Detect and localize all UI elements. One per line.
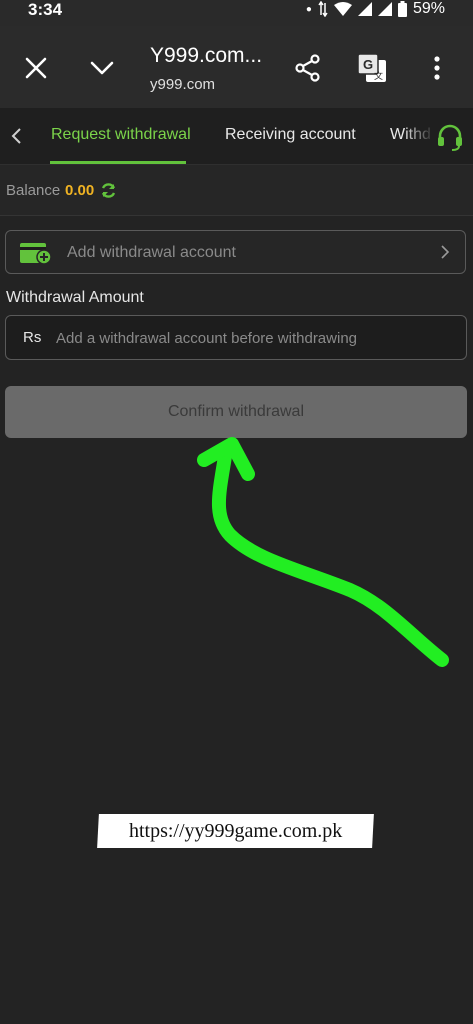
add-withdrawal-account[interactable]: Add withdrawal account [5,230,466,274]
battery-percent: 59% [412,0,445,17]
refresh-icon[interactable] [100,182,117,199]
share-icon[interactable] [290,50,326,86]
data-arrows-icon [318,1,328,17]
wallet-add-icon [20,243,52,265]
green-arrow-annotation [197,437,449,667]
balance-label: Balance [6,182,61,199]
balance-row: Balance 0.00 [0,165,473,216]
tab-request-withdrawal[interactable]: Request withdrawal [51,126,191,144]
site-title: Y999.com... [150,44,263,67]
close-icon[interactable] [20,52,52,84]
status-icons: ● 59% [306,0,445,18]
status-time: 3:34 [28,0,63,19]
withdrawal-amount-field: Rs [5,315,467,360]
add-account-label: Add withdrawal account [67,244,236,261]
more-vertical-icon[interactable] [424,50,450,86]
withdrawal-amount-heading: Withdrawal Amount [6,289,144,306]
battery-icon [397,1,407,17]
signal-icon [357,2,372,16]
browser-toolbar: Y999.com... y999.com G 文 [0,26,473,108]
back-chevron-icon[interactable] [4,122,28,150]
chevron-down-icon[interactable] [86,52,118,84]
headset-support-icon[interactable] [435,122,465,152]
url-caption: https://yy999game.com.pk [97,814,374,848]
wifi-icon [333,2,352,16]
status-bar: 3:34 ● 59% [0,0,473,26]
chevron-right-icon [441,245,450,259]
url-caption-text: https://yy999game.com.pk [128,819,343,842]
notification-dot-icon: ● [305,3,312,15]
balance-value: 0.00 [65,182,95,199]
currency-label: Rs [23,329,42,346]
tab-receiving-account[interactable]: Receiving account [225,126,356,144]
active-tab-indicator [50,161,186,164]
svg-text:文: 文 [374,70,383,81]
tab-bar: Request withdrawal Receiving account Wit… [0,108,473,165]
translate-icon[interactable]: G 文 [354,50,390,86]
withdrawal-amount-input[interactable] [54,322,458,355]
signal-icon-2 [377,2,392,16]
svg-text:G: G [363,57,373,72]
site-url: y999.com [150,76,216,93]
